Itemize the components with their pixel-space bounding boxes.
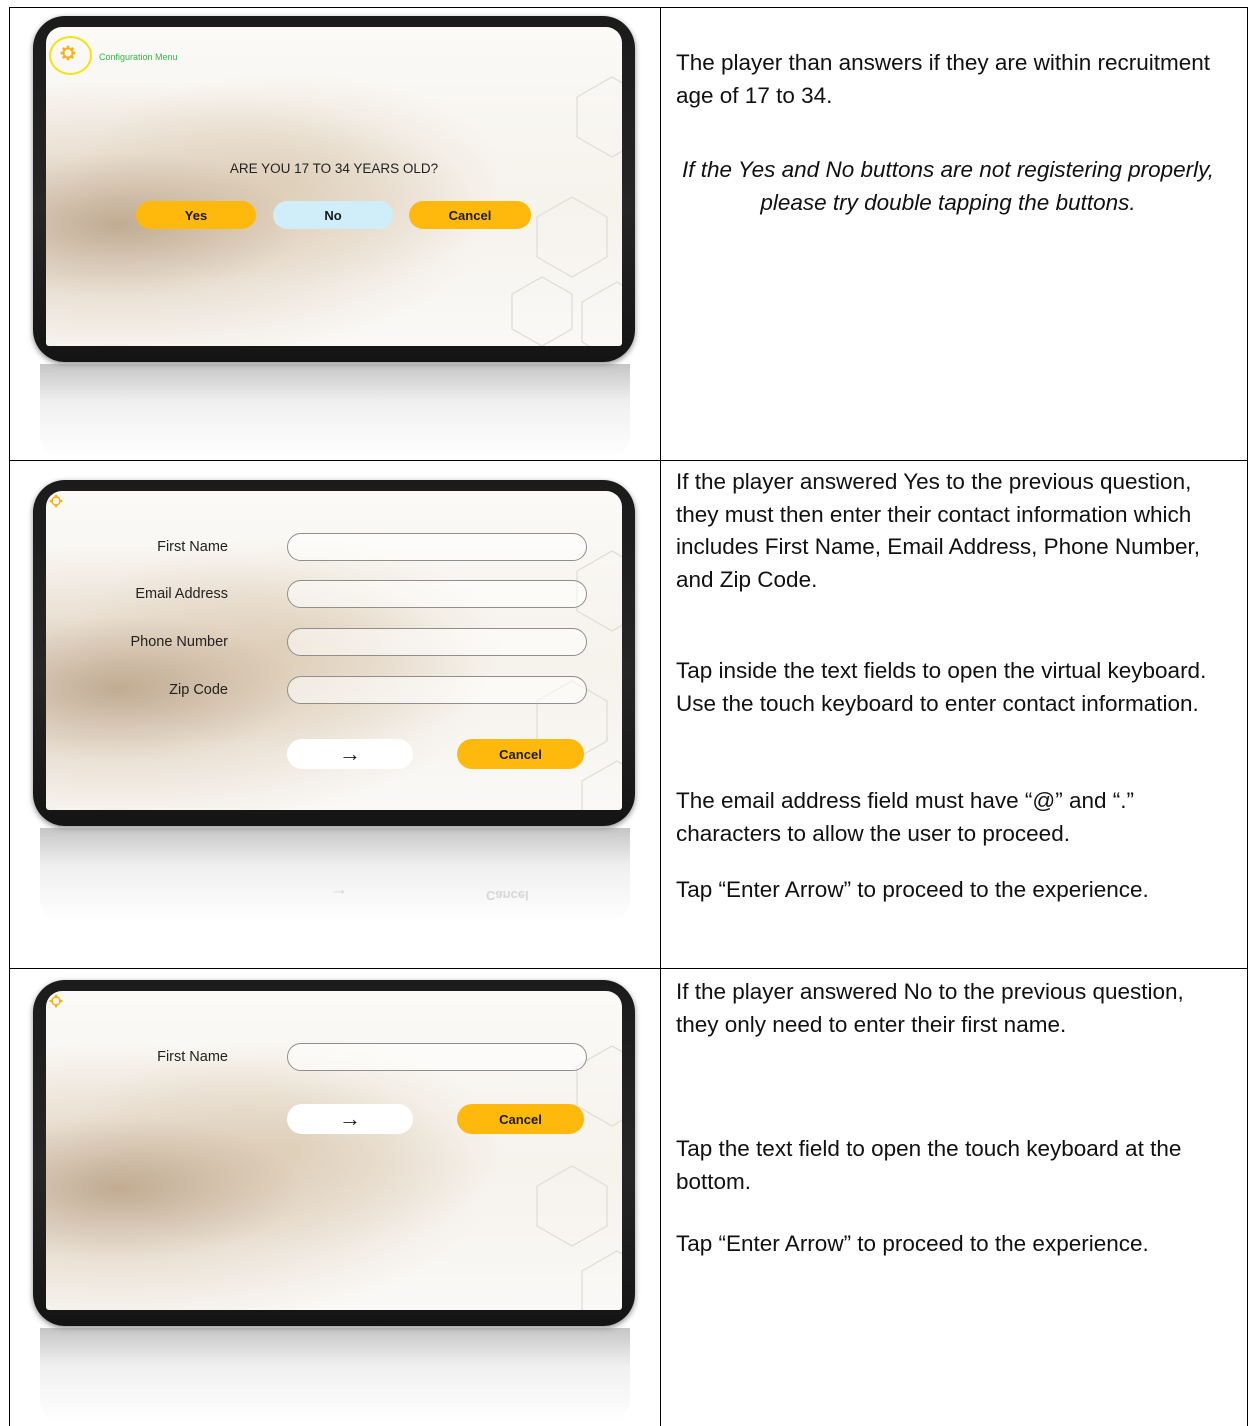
yes-button[interactable]: Yes (136, 201, 256, 229)
first-name-field[interactable] (287, 533, 587, 561)
row2-description: If the player answered Yes to the previo… (676, 469, 1200, 592)
gear-icon[interactable] (49, 994, 63, 1008)
email-address-label: Email Address (135, 586, 228, 602)
cancel-button[interactable]: Cancel (409, 201, 531, 229)
cancel-button[interactable]: Cancel (457, 1104, 584, 1134)
zip-code-label: Zip Code (169, 682, 228, 698)
table-border-divider (660, 7, 661, 1426)
first-name-label: First Name (157, 1049, 228, 1065)
tablet-screen: First Name → Cancel (46, 991, 622, 1310)
phone-number-label: Phone Number (130, 634, 228, 650)
gear-icon[interactable] (49, 494, 63, 508)
configuration-menu-link[interactable]: Configuration Menu (99, 52, 178, 62)
zip-code-field[interactable] (287, 676, 587, 704)
row2-email-note: The email address field must have “@” an… (676, 788, 1135, 846)
table-border-left (9, 7, 10, 1426)
row1-tip: If the Yes and No buttons are not regist… (682, 157, 1214, 215)
phone-number-field[interactable] (287, 628, 587, 656)
row3-description: If the player answered No to the previou… (676, 979, 1184, 1037)
row3-keyboard-note: Tap the text field to open the touch key… (676, 1136, 1182, 1194)
row3-proceed-note: Tap “Enter Arrow” to proceed to the expe… (676, 1231, 1149, 1256)
enter-arrow-button[interactable]: → (287, 1104, 413, 1134)
table-border-top (9, 7, 1248, 8)
cancel-button[interactable]: Cancel (457, 739, 584, 769)
table-row-divider-2 (9, 968, 1248, 969)
row1-description: The player than answers if they are with… (676, 50, 1210, 108)
tablet-reflection (40, 364, 630, 459)
tablet-mockup: First Name Email Address Phone Number Zi… (33, 480, 635, 826)
table-row-divider-1 (9, 460, 1248, 461)
hexagon-pattern (536, 1045, 622, 1310)
no-button[interactable]: No (273, 201, 393, 229)
tablet-reflection (40, 828, 630, 923)
tablet-mockup: Configuration Menu ARE YOU 17 TO 34 YEAR… (33, 16, 635, 362)
email-address-field[interactable] (287, 580, 587, 608)
tablet-screen: First Name Email Address Phone Number Zi… (46, 491, 622, 810)
row2-keyboard-note: Tap inside the text fields to open the v… (676, 658, 1207, 716)
gear-icon[interactable] (60, 45, 76, 61)
hexagon-pattern (511, 76, 622, 346)
tablet-screen: Configuration Menu ARE YOU 17 TO 34 YEAR… (46, 27, 622, 346)
first-name-label: First Name (157, 539, 228, 555)
reflected-cancel: Cancel (486, 888, 529, 903)
reflected-arrow: → (330, 885, 348, 905)
row2-proceed-note: Tap “Enter Arrow” to proceed to the expe… (676, 877, 1149, 902)
tablet-mockup: First Name → Cancel (33, 980, 635, 1326)
first-name-field[interactable] (287, 1043, 587, 1071)
age-question: ARE YOU 17 TO 34 YEARS OLD? (229, 161, 439, 176)
tablet-reflection (40, 1328, 630, 1423)
enter-arrow-button[interactable]: → (287, 739, 413, 769)
